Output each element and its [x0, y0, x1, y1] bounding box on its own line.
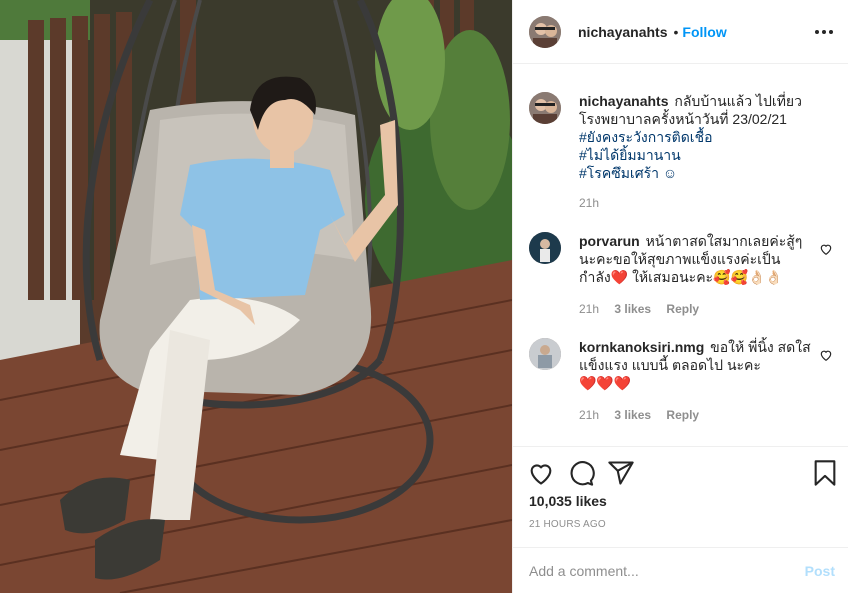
comments-list[interactable]: nichayanahts กลับบ้านแล้ว ไปเที่ยวโรงพยา…: [513, 64, 848, 446]
post-header: nichayanahts • Follow: [513, 0, 848, 64]
reply-button[interactable]: Reply: [666, 302, 699, 316]
post-timestamp[interactable]: 21 HOURS AGO: [529, 519, 606, 530]
comment-likes[interactable]: 3 likes: [614, 302, 651, 316]
post-details-panel: nichayanahts • Follow nichayanahts กลับบ…: [512, 0, 848, 593]
more-options-icon[interactable]: [815, 22, 833, 42]
reply-button[interactable]: Reply: [666, 408, 699, 422]
like-comment-heart-icon[interactable]: [819, 242, 833, 256]
comment-time[interactable]: 21h: [579, 302, 599, 316]
caption-text: nichayanahts กลับบ้านแล้ว ไปเที่ยวโรงพยา…: [579, 92, 811, 182]
commenter-avatar[interactable]: [529, 232, 561, 264]
comment-hearts: ❤️❤️❤️: [579, 375, 632, 391]
comment-meta: 21h 3 likes Reply: [579, 302, 711, 316]
comment-input[interactable]: [529, 560, 789, 582]
caption-avatar[interactable]: [529, 92, 561, 124]
commenter-avatar[interactable]: [529, 338, 561, 370]
comment-text: porvarun หน้าตาสดใสมากเลยค่ะสู้ๆ นะคะขอใ…: [579, 232, 811, 286]
caption-time[interactable]: 21h: [579, 196, 599, 210]
bookmark-icon[interactable]: [811, 459, 839, 487]
caption-meta: 21h: [579, 196, 611, 210]
post-comment-button[interactable]: Post: [805, 563, 835, 579]
post-photo[interactable]: [0, 0, 512, 593]
hashtag-link[interactable]: #โรคซึมเศร้า ☺: [579, 164, 811, 182]
comment-icon[interactable]: [567, 459, 595, 487]
photo-illustration: [0, 0, 512, 593]
like-comment-heart-icon[interactable]: [819, 348, 833, 362]
comment-username[interactable]: kornkanoksiri.nmg: [579, 339, 704, 355]
heart-icon[interactable]: [527, 459, 555, 487]
likes-count[interactable]: 10,035 likes: [529, 493, 607, 509]
share-icon[interactable]: [607, 459, 635, 487]
post-actions: 10,035 likes 21 HOURS AGO Post: [513, 446, 848, 593]
comment-text: kornkanoksiri.nmg ขอให้ พี่นิ้ง สดใส แข็…: [579, 338, 811, 392]
separator-dot: •: [673, 23, 679, 40]
comment-time[interactable]: 21h: [579, 408, 599, 422]
instagram-post: nichayanahts • Follow nichayanahts กลับบ…: [0, 0, 848, 593]
author-username[interactable]: nichayanahts: [578, 24, 667, 40]
comment-meta: 21h 3 likes Reply: [579, 408, 711, 422]
follow-button[interactable]: Follow: [682, 24, 726, 40]
author-avatar[interactable]: [529, 15, 561, 48]
add-comment-bar: Post: [513, 547, 848, 593]
comment-username[interactable]: porvarun: [579, 233, 640, 249]
hashtag-link[interactable]: #ไม่ได้ยิ้มมานาน: [579, 146, 811, 164]
hashtag-link[interactable]: #ยังคงระวังการติดเชื้อ: [579, 128, 811, 146]
comment-likes[interactable]: 3 likes: [614, 408, 651, 422]
caption-username[interactable]: nichayanahts: [579, 93, 668, 109]
